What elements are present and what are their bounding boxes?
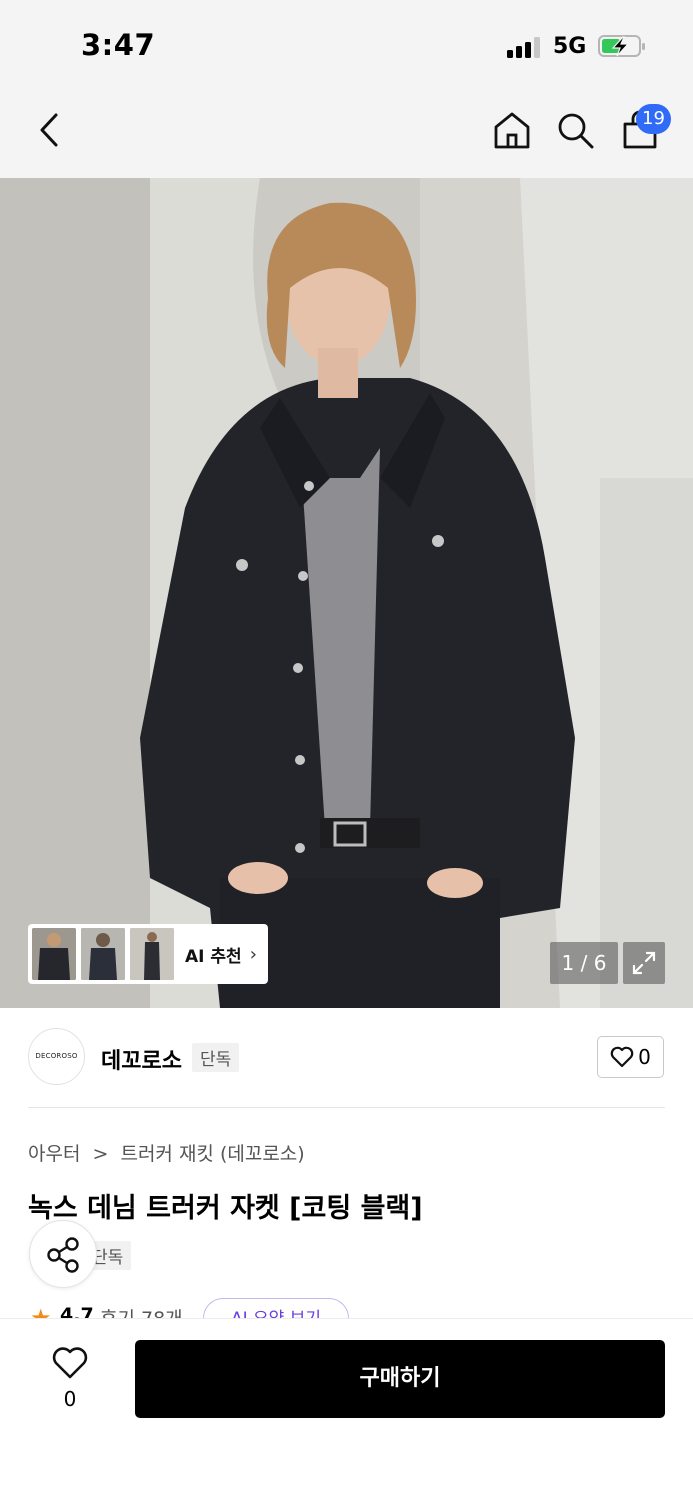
- ai-recommend-label: AI 추천: [185, 946, 242, 967]
- image-page-indicator: 1 / 6: [550, 942, 618, 984]
- expand-icon: [632, 951, 656, 975]
- product-title: 녹스 데님 트러커 자켓 [코팅 블랙]: [28, 1193, 423, 1224]
- search-icon[interactable]: [556, 111, 596, 151]
- brand-name[interactable]: 데꼬로소: [101, 1043, 182, 1075]
- breadcrumb-category[interactable]: 아우터: [28, 1143, 80, 1165]
- expand-image-button[interactable]: [623, 942, 665, 984]
- battery-charging-icon: [598, 35, 645, 57]
- status-bar: 3:47 5G: [0, 0, 693, 90]
- brand-exclusive-tag: 단독: [192, 1043, 240, 1072]
- ai-recommend-strip[interactable]: AI 추천 ›: [28, 924, 268, 984]
- signal-icon: [507, 36, 541, 58]
- breadcrumb-subcategory[interactable]: 트러커 재킷 (데꼬로소): [120, 1143, 304, 1165]
- heart-icon: [52, 1347, 88, 1379]
- divider: [28, 1107, 665, 1108]
- network-label: 5G: [553, 34, 587, 59]
- wishlist-button[interactable]: 0: [40, 1342, 100, 1412]
- heart-icon: [610, 1046, 634, 1068]
- thumbnail-1[interactable]: [32, 928, 76, 980]
- share-icon: [47, 1237, 79, 1273]
- thumbnail-3[interactable]: [130, 928, 174, 980]
- cart-count-badge: 19: [636, 104, 671, 134]
- home-icon[interactable]: [492, 110, 532, 150]
- breadcrumb: 아우터 > 트러커 재킷 (데꼬로소): [28, 1139, 305, 1166]
- buy-button[interactable]: 구매하기: [135, 1340, 665, 1418]
- chevron-right-icon: ›: [249, 943, 257, 965]
- product-photo: [0, 178, 693, 1008]
- brand-logo[interactable]: DECOROSO: [28, 1028, 85, 1085]
- share-button[interactable]: [29, 1220, 97, 1288]
- brand-like-button[interactable]: 0: [597, 1036, 664, 1078]
- status-time: 3:47: [81, 28, 156, 62]
- breadcrumb-separator: >: [92, 1143, 109, 1165]
- thumbnail-2[interactable]: [81, 928, 125, 980]
- product-image-gallery[interactable]: [0, 178, 693, 1008]
- ai-summary-button[interactable]: AI 요약 보기: [203, 1298, 349, 1320]
- brand-like-count: 0: [638, 1045, 651, 1069]
- wishlist-count: 0: [63, 1387, 77, 1411]
- back-chevron-icon[interactable]: [36, 112, 64, 148]
- rating-row: ★ 4.7 후기 78개 AI 요약 보기: [28, 1298, 668, 1320]
